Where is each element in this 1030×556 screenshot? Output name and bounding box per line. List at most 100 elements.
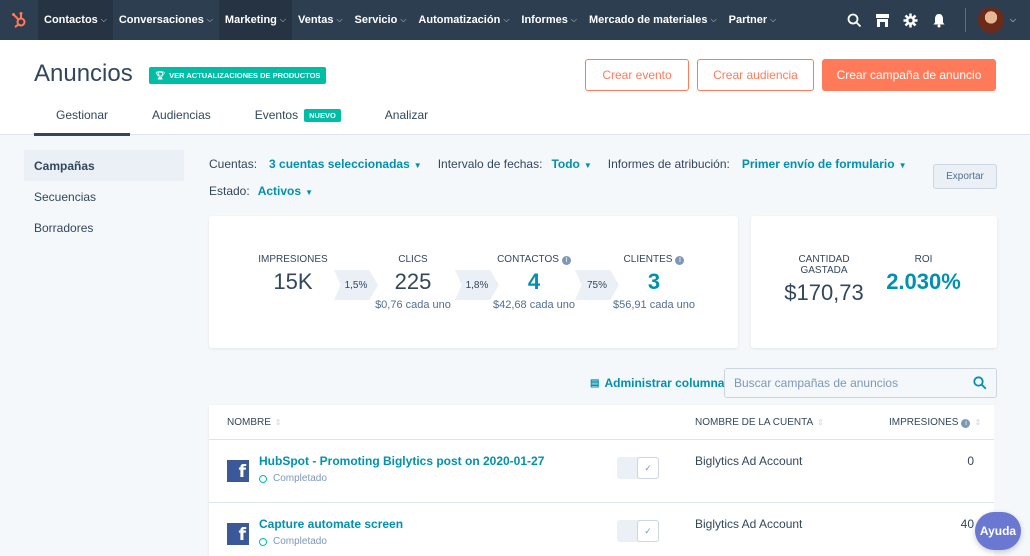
tab-audiencias[interactable]: Audiencias xyxy=(130,100,233,135)
sort-icon: ⇕ xyxy=(817,418,824,427)
facebook-icon: f xyxy=(227,460,249,482)
page-title: Anuncios xyxy=(34,60,133,87)
hubspot-logo-icon[interactable] xyxy=(0,0,38,40)
search-icon[interactable] xyxy=(973,376,987,393)
accounts-filter-dropdown[interactable]: 3 cuentas seleccionadas ▼ xyxy=(269,157,422,171)
clicks-value: 225 xyxy=(394,269,432,294)
spent-label: CANTIDAD GASTADA xyxy=(798,254,850,276)
marketplace-icon[interactable] xyxy=(869,0,897,40)
contacts-cost: $42,68 cada uno xyxy=(493,299,575,311)
date-filter-dropdown[interactable]: Todo ▼ xyxy=(551,157,591,171)
manage-columns-label: Administrar columnas xyxy=(604,376,732,390)
campaign-toggle[interactable]: ✓ xyxy=(617,457,659,479)
create-ad-campaign-button[interactable]: Crear campaña de anuncio xyxy=(822,59,996,91)
date-filter-label: Intervalo de fechas: xyxy=(437,157,543,171)
account-name: Biglytics Ad Account xyxy=(695,517,803,531)
spent-stat: CANTIDAD GASTADA $170,73 xyxy=(779,254,869,306)
roi-label: ROI xyxy=(914,254,933,265)
customers-stat: CLIENTES i 3 $56,91 cada uno xyxy=(607,254,701,311)
nav-partner[interactable]: Partner ⌵ xyxy=(723,0,783,40)
campaigns-table: NOMBRE ⇕ NOMBRE DE LA CUENTA ⇕ IMPRESIONES… xyxy=(209,405,997,556)
nav-servicio[interactable]: Servicio ⌵ xyxy=(349,0,413,40)
chevron-down-icon: ⌵ xyxy=(770,15,777,24)
sort-icon: ⇕ xyxy=(274,418,282,427)
nav-mercado[interactable]: Mercado de materiales ⌵ xyxy=(583,0,723,40)
product-updates-badge[interactable]: 🏆︎ VER ACTUALIZACIONES DE PRODUCTOS xyxy=(149,67,327,84)
spent-value: $170,73 xyxy=(784,280,864,305)
attribution-filter-value: Primer envío de formulario xyxy=(741,157,895,171)
caret-down-icon: ▼ xyxy=(413,161,422,170)
clicks-label: CLICS xyxy=(398,254,428,265)
top-navigation: Contactos ⌵ Conversaciones ⌵ Marketing ⌵ Ve… xyxy=(0,0,1030,40)
chevron-down-icon[interactable]: ⌵ xyxy=(1010,15,1016,25)
sort-icon: ⇕ xyxy=(974,418,982,427)
caret-down-icon: ▼ xyxy=(898,161,907,170)
status-filter-value: Activos xyxy=(257,184,302,198)
tab-gestionar[interactable]: Gestionar xyxy=(34,100,131,136)
customers-label-text: CLIENTES xyxy=(623,254,673,265)
columns-icon: ▤ xyxy=(590,377,600,389)
campaign-search-input[interactable]: Buscar campañas de anuncios xyxy=(724,368,997,398)
chevron-down-icon: ⌵ xyxy=(503,15,510,24)
tab-label: Analizar xyxy=(384,108,429,122)
nav-informes[interactable]: Informes ⌵ xyxy=(515,0,583,40)
customer-rate-value: 75% xyxy=(586,279,607,291)
column-header-label: IMPRESIONES xyxy=(889,417,959,428)
contacts-label: CONTACTOS i xyxy=(487,254,581,265)
sidebar-item-borradores[interactable]: Borradores xyxy=(24,212,184,243)
tab-label: Audiencias xyxy=(152,108,211,122)
nav-label: Ventas xyxy=(297,14,334,26)
funnel-card: IMPRESIONES 15K 1,5% CLICS 225 $0,76 cad… xyxy=(209,216,738,348)
nav-marketing[interactable]: Marketing ⌵ xyxy=(218,0,292,40)
sidebar-item-campanas[interactable]: Campañas xyxy=(24,150,184,181)
nav-automatizacion[interactable]: Automatización ⌵ xyxy=(412,0,515,40)
tab-eventos[interactable]: Eventos NUEVO xyxy=(233,100,363,135)
bell-icon[interactable] xyxy=(925,0,953,40)
nav-label: Marketing xyxy=(224,14,277,26)
info-icon[interactable]: i xyxy=(961,419,971,428)
column-header-impressions[interactable]: IMPRESIONES i ⇕ xyxy=(889,417,981,428)
status-filter-dropdown[interactable]: Activos ▼ xyxy=(258,184,313,198)
campaign-toggle[interactable]: ✓ xyxy=(617,520,659,542)
column-header-name[interactable]: NOMBRE ⇕ xyxy=(227,417,282,428)
attribution-filter-dropdown[interactable]: Primer envío de formulario ▼ xyxy=(742,157,907,171)
campaign-name-link[interactable]: HubSpot - Promoting Biglytics post on 20… xyxy=(259,454,544,468)
chevron-down-icon: ⌵ xyxy=(336,15,343,24)
gear-icon[interactable] xyxy=(897,0,925,40)
help-button[interactable]: Ayuda xyxy=(975,512,1021,550)
tab-label: Gestionar xyxy=(56,108,109,122)
header-tabs: Gestionar Audiencias Eventos NUEVO Analiz… xyxy=(34,100,450,136)
info-icon[interactable]: i xyxy=(561,256,571,265)
summary-card: CANTIDAD GASTADA $170,73 ROI 2.030% xyxy=(751,216,997,348)
user-avatar[interactable] xyxy=(977,7,1004,33)
chevron-down-icon: ⌵ xyxy=(100,15,107,24)
nav-contactos[interactable]: Contactos ⌵ xyxy=(38,0,113,40)
page-header: Anuncios 🏆︎ VER ACTUALIZACIONES DE PRODU… xyxy=(0,40,1030,136)
nav-conversaciones[interactable]: Conversaciones ⌵ xyxy=(113,0,219,40)
create-audience-button[interactable]: Crear audiencia xyxy=(697,59,814,91)
search-icon[interactable] xyxy=(841,0,869,40)
column-header-label: NOMBRE xyxy=(227,417,271,428)
manage-columns-button[interactable]: ▤ Administrar columnas xyxy=(590,376,731,390)
sidebar: Campañas Secuencias Borradores xyxy=(24,150,184,243)
column-header-account[interactable]: NOMBRE DE LA CUENTA ⇕ xyxy=(695,417,824,428)
contacts-label-text: CONTACTOS xyxy=(497,254,559,265)
chevron-down-icon: ⌵ xyxy=(279,15,286,24)
nav-label: Automatización xyxy=(418,14,501,26)
campaign-name-link[interactable]: Capture automate screen xyxy=(259,517,403,531)
nav-label: Conversaciones xyxy=(118,14,204,26)
nav-ventas[interactable]: Ventas ⌵ xyxy=(292,0,349,40)
chevron-down-icon: ⌵ xyxy=(206,15,213,24)
tab-analizar[interactable]: Analizar xyxy=(363,100,450,135)
sidebar-item-secuencias[interactable]: Secuencias xyxy=(24,181,184,212)
search-placeholder: Buscar campañas de anuncios xyxy=(734,376,899,390)
status-ring-icon xyxy=(259,474,267,483)
create-event-button[interactable]: Crear evento xyxy=(585,59,689,91)
info-icon[interactable]: i xyxy=(675,256,685,265)
impressions-cell: 0 xyxy=(967,454,974,468)
export-button[interactable]: Exportar xyxy=(933,164,997,189)
tab-label: Eventos xyxy=(254,108,299,122)
nav-divider xyxy=(964,8,966,32)
table-row: f Capture automate screen Completado ✓ B… xyxy=(209,503,997,556)
nav-utilities: ⌵ xyxy=(841,0,1030,40)
